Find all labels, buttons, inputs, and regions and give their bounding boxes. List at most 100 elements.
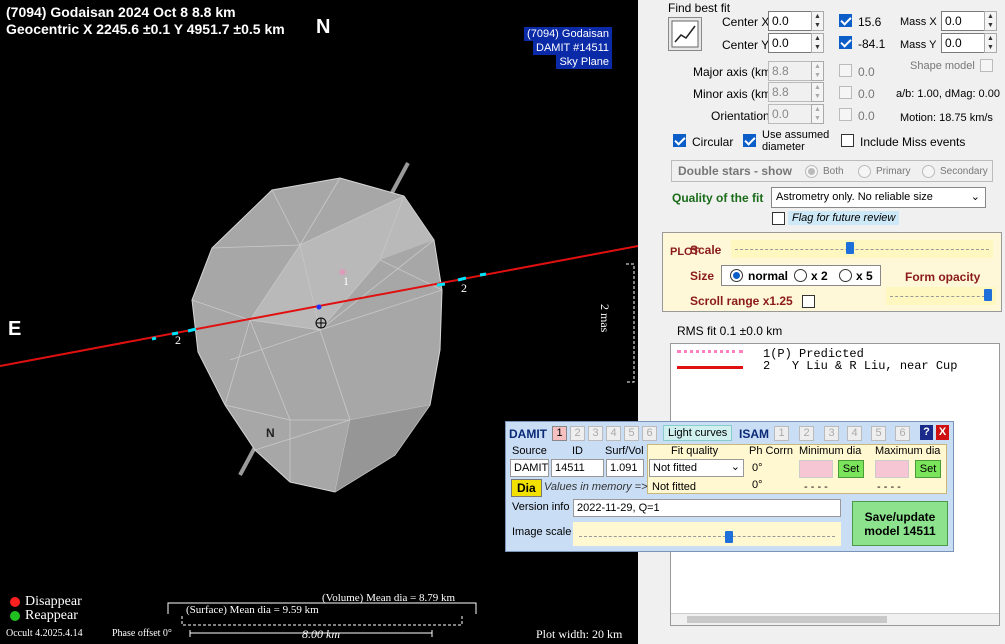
fit-quality-select[interactable]: Not fitted ⌄ xyxy=(649,459,744,477)
max-dia-set-button[interactable]: Set xyxy=(915,460,941,478)
center-x-spinner[interactable]: ▲ ▼ xyxy=(811,11,824,31)
close-button[interactable]: X xyxy=(936,425,949,440)
find-best-fit-button[interactable] xyxy=(668,17,702,51)
quality-of-fit-label: Quality of the fit xyxy=(672,191,764,205)
plot-title-line-1: (7094) Godaisan 2024 Oct 8 8.8 km xyxy=(6,4,236,20)
flag-review-checkbox[interactable] xyxy=(772,212,785,225)
isam-tab-1[interactable]: 1 xyxy=(774,426,789,441)
scale-slider[interactable] xyxy=(731,240,993,258)
minor-axis-input[interactable]: 8.8 xyxy=(768,82,812,102)
scale-bar-label: 8.00 km xyxy=(302,627,340,641)
plot-vertical-label: PLOT xyxy=(670,246,699,259)
circular-checkbox[interactable] xyxy=(673,134,686,147)
isam-tab-4[interactable]: 4 xyxy=(847,426,862,441)
orientation-spinner[interactable]: ▲ ▼ xyxy=(811,104,824,124)
source-header: Source xyxy=(512,445,547,457)
ds-primary-label: Primary xyxy=(876,166,911,177)
damit-tab-5[interactable]: 5 xyxy=(624,426,639,441)
mass-x-input[interactable]: 0.0 xyxy=(941,11,985,31)
image-scale-slider-thumb[interactable] xyxy=(725,531,733,543)
scroll-range-checkbox[interactable] xyxy=(802,295,815,308)
mass-x-spinner[interactable]: ▲ ▼ xyxy=(984,11,997,31)
quality-of-fit-select[interactable]: Astrometry only. No reliable size ⌄ xyxy=(771,187,986,208)
surfvol-header: Surf/Vol xyxy=(605,445,644,457)
form-opacity-slider[interactable] xyxy=(886,287,996,305)
id-header: ID xyxy=(572,445,583,457)
minor-axis-label: Minor axis (km) xyxy=(693,87,776,101)
use-assumed-diameter-checkbox[interactable] xyxy=(743,134,756,147)
orientation-fit-checkbox[interactable] xyxy=(839,108,852,121)
damit-tab-4[interactable]: 4 xyxy=(606,426,621,441)
min-dia-field[interactable] xyxy=(799,460,833,478)
id-field[interactable]: 14511 xyxy=(551,459,604,477)
size-x2-radio[interactable] xyxy=(794,269,807,282)
help-button[interactable]: ? xyxy=(920,425,933,440)
image-scale-slider[interactable] xyxy=(573,522,841,546)
isam-tab-2[interactable]: 2 xyxy=(799,426,814,441)
mass-y-label: Mass Y xyxy=(900,39,937,51)
scale-slider-thumb[interactable] xyxy=(846,242,854,254)
list-item[interactable]: 2 Y Liu & R Liu, near Cup xyxy=(763,359,957,373)
center-of-mass-marker xyxy=(316,304,322,310)
center-y-input[interactable]: 0.0 xyxy=(768,33,812,53)
reappear-dot-icon xyxy=(10,610,20,621)
shape-model-checkbox[interactable] xyxy=(980,59,993,72)
ds-both-radio[interactable] xyxy=(805,165,818,178)
predicted-line-icon xyxy=(677,350,743,353)
light-curves-button[interactable]: Light curves xyxy=(663,425,733,441)
mass-y-spinner[interactable]: ▲ ▼ xyxy=(984,33,997,53)
size-x5-radio[interactable] xyxy=(839,269,852,282)
max-dia-field[interactable] xyxy=(875,460,909,478)
memory-phase-value: 0° xyxy=(752,479,763,491)
save-update-model-button[interactable]: Save/update model 14511 xyxy=(852,501,948,546)
center-y-label: Center Y xyxy=(722,38,770,52)
size-normal-radio[interactable] xyxy=(730,269,743,282)
mass-x-label: Mass X xyxy=(900,16,937,28)
orientation-fit-value: 0.0 xyxy=(858,109,875,123)
minor-axis-fit-checkbox[interactable] xyxy=(839,86,852,99)
center-x-fit-checkbox[interactable] xyxy=(839,14,852,27)
size-x5-label: x 5 xyxy=(856,269,873,283)
damit-tab-1[interactable]: 1 xyxy=(552,426,567,441)
ds-both-label: Both xyxy=(823,166,844,177)
damit-tab-3[interactable]: 3 xyxy=(588,426,603,441)
mass-y-input[interactable]: 0.0 xyxy=(941,33,985,53)
include-miss-checkbox[interactable] xyxy=(841,134,854,147)
major-axis-label: Major axis (km) xyxy=(693,65,776,79)
orientation-label: Orientation xyxy=(711,109,770,123)
center-x-input[interactable]: 0.0 xyxy=(768,11,812,31)
major-axis-spinner[interactable]: ▲ ▼ xyxy=(811,61,824,81)
surfvol-field[interactable]: 1.091 xyxy=(606,459,644,477)
major-axis-fit-checkbox[interactable] xyxy=(839,64,852,77)
ph-corrn-header: Ph Corrn xyxy=(749,445,794,457)
scroll-range-label: Scroll range x1.25 xyxy=(690,294,793,308)
horizontal-scrollbar[interactable] xyxy=(671,613,999,625)
version-info-field[interactable]: 2022-11-29, Q=1 xyxy=(573,499,841,517)
chord-label-1: 1 xyxy=(343,274,349,288)
ds-secondary-radio[interactable] xyxy=(922,165,935,178)
include-miss-label: Include Miss events xyxy=(860,135,966,149)
flag-review-label: Flag for future review xyxy=(788,211,900,225)
north-direction-label: N xyxy=(316,16,331,38)
isam-tab-3[interactable]: 3 xyxy=(824,426,839,441)
isam-label: ISAM xyxy=(739,427,769,441)
minor-axis-spinner[interactable]: ▲ ▼ xyxy=(811,82,824,102)
isam-tab-5[interactable]: 5 xyxy=(871,426,886,441)
center-y-spinner[interactable]: ▲ ▼ xyxy=(811,33,824,53)
ds-secondary-label: Secondary xyxy=(940,166,988,177)
form-opacity-slider-thumb[interactable] xyxy=(984,289,992,301)
damit-tab-2[interactable]: 2 xyxy=(570,426,585,441)
image-scale-label: Image scale xyxy=(512,526,572,538)
chord-label-2-left: 2 xyxy=(175,333,181,347)
source-field[interactable]: DAMIT xyxy=(510,459,549,477)
ds-primary-radio[interactable] xyxy=(858,165,871,178)
center-y-fit-checkbox[interactable] xyxy=(839,36,852,49)
major-axis-input[interactable]: 8.8 xyxy=(768,61,812,81)
mas-scale-label: 2 mas xyxy=(598,304,612,333)
damit-tab-6[interactable]: 6 xyxy=(642,426,657,441)
size-normal-label: normal xyxy=(748,269,789,283)
min-dia-set-button[interactable]: Set xyxy=(838,460,864,478)
dia-button[interactable]: Dia xyxy=(511,479,542,497)
isam-tab-6[interactable]: 6 xyxy=(895,426,910,441)
orientation-input[interactable]: 0.0 xyxy=(768,104,812,124)
